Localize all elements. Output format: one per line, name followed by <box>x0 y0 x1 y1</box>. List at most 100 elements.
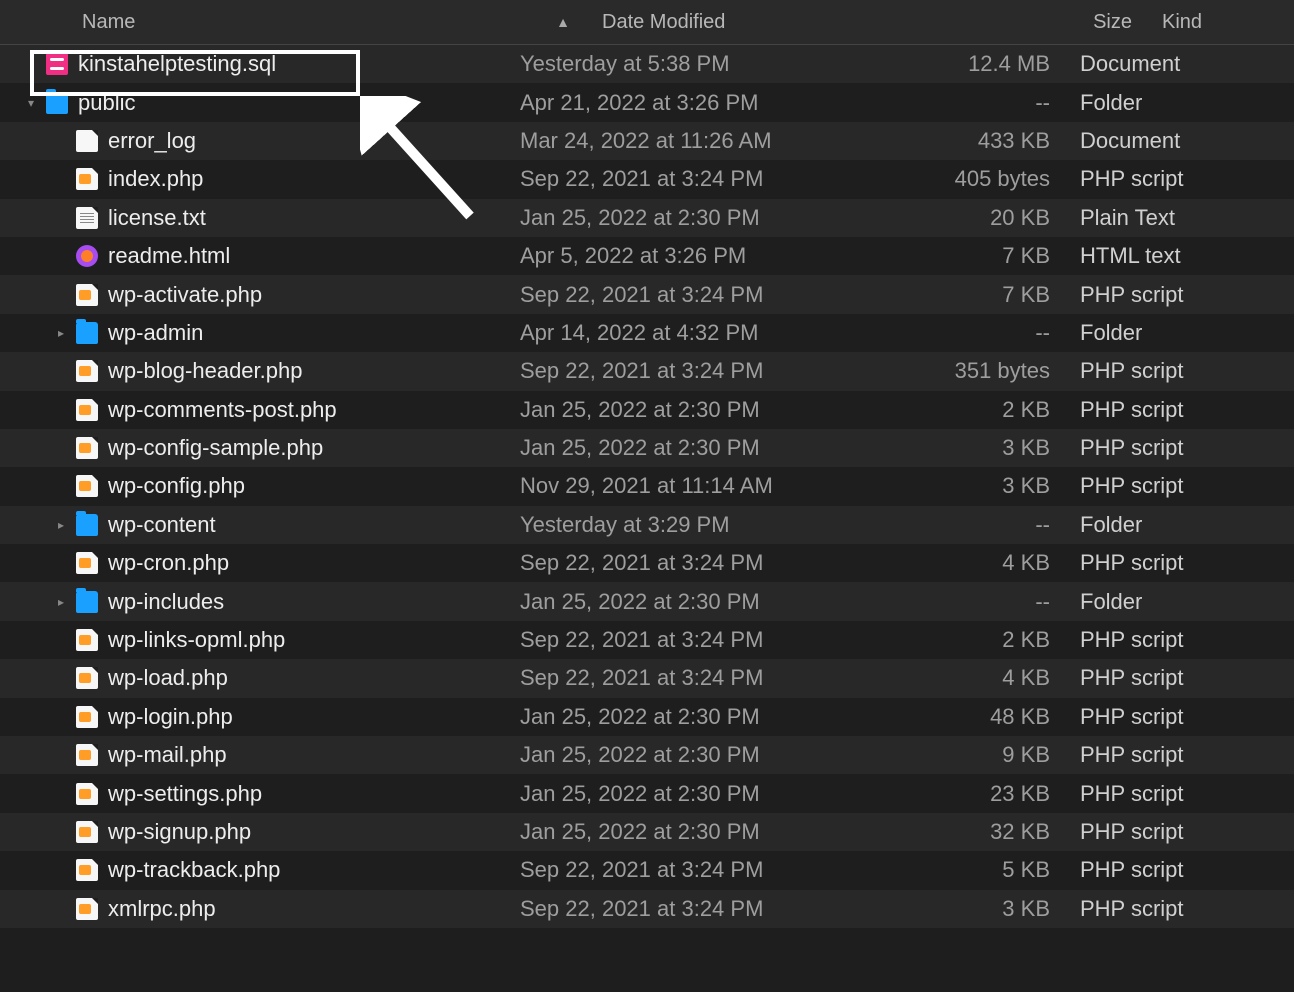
disclosure-triangle-icon[interactable]: ▸ <box>54 518 68 532</box>
header-date-label: Date Modified <box>602 11 725 33</box>
file-size-cell: 405 bytes <box>860 166 1058 192</box>
file-kind-cell: Folder <box>1058 320 1294 346</box>
file-name-cell[interactable]: ▸wp-includes <box>0 589 500 615</box>
file-date-cell: Jan 25, 2022 at 2:30 PM <box>500 205 860 231</box>
file-name-cell[interactable]: wp-login.php <box>0 704 500 730</box>
header-name[interactable]: Name ▲ <box>0 11 582 34</box>
php-file-icon <box>76 744 98 766</box>
file-kind-cell: PHP script <box>1058 857 1294 883</box>
file-row[interactable]: wp-links-opml.phpSep 22, 2021 at 3:24 PM… <box>0 621 1294 659</box>
file-date-cell: Nov 29, 2021 at 11:14 AM <box>500 473 860 499</box>
file-name-cell[interactable]: wp-links-opml.php <box>0 627 500 653</box>
file-name-cell[interactable]: wp-load.php <box>0 665 500 691</box>
file-date-cell: Sep 22, 2021 at 3:24 PM <box>500 896 860 922</box>
file-date-cell: Sep 22, 2021 at 3:24 PM <box>500 166 860 192</box>
file-row[interactable]: wp-cron.phpSep 22, 2021 at 3:24 PM4 KBPH… <box>0 544 1294 582</box>
file-list[interactable]: kinstahelptesting.sqlYesterday at 5:38 P… <box>0 45 1294 928</box>
file-name-cell[interactable]: xmlrpc.php <box>0 896 500 922</box>
file-name-label: kinstahelptesting.sql <box>78 51 276 77</box>
file-date-cell: Jan 25, 2022 at 2:30 PM <box>500 397 860 423</box>
file-name-label: license.txt <box>108 205 206 231</box>
file-row[interactable]: error_logMar 24, 2022 at 11:26 AM433 KBD… <box>0 122 1294 160</box>
file-name-cell[interactable]: ▸wp-admin <box>0 320 500 346</box>
header-size[interactable]: Size <box>942 11 1140 34</box>
file-row[interactable]: wp-signup.phpJan 25, 2022 at 2:30 PM32 K… <box>0 813 1294 851</box>
php-file-icon <box>76 667 98 689</box>
file-row[interactable]: wp-trackback.phpSep 22, 2021 at 3:24 PM5… <box>0 851 1294 889</box>
file-row[interactable]: license.txtJan 25, 2022 at 2:30 PM20 KBP… <box>0 199 1294 237</box>
file-row[interactable]: wp-config.phpNov 29, 2021 at 11:14 AM3 K… <box>0 467 1294 505</box>
file-name-cell[interactable]: wp-trackback.php <box>0 857 500 883</box>
file-kind-cell: PHP script <box>1058 742 1294 768</box>
file-name-label: wp-config-sample.php <box>108 435 323 461</box>
file-date-cell: Sep 22, 2021 at 3:24 PM <box>500 857 860 883</box>
file-row[interactable]: wp-activate.phpSep 22, 2021 at 3:24 PM7 … <box>0 275 1294 313</box>
php-file-icon <box>76 475 98 497</box>
text-file-icon <box>76 207 98 229</box>
file-name-cell[interactable]: kinstahelptesting.sql <box>0 51 500 77</box>
file-name-cell[interactable]: index.php <box>0 166 500 192</box>
file-row[interactable]: readme.htmlApr 5, 2022 at 3:26 PM7 KBHTM… <box>0 237 1294 275</box>
file-name-cell[interactable]: wp-config-sample.php <box>0 435 500 461</box>
file-name-label: wp-config.php <box>108 473 245 499</box>
file-name-cell[interactable]: wp-comments-post.php <box>0 397 500 423</box>
file-name-cell[interactable]: wp-config.php <box>0 473 500 499</box>
file-date-cell: Mar 24, 2022 at 11:26 AM <box>500 128 860 154</box>
file-row[interactable]: wp-config-sample.phpJan 25, 2022 at 2:30… <box>0 429 1294 467</box>
file-row[interactable]: wp-login.phpJan 25, 2022 at 2:30 PM48 KB… <box>0 698 1294 736</box>
file-row[interactable]: kinstahelptesting.sqlYesterday at 5:38 P… <box>0 45 1294 83</box>
file-name-label: error_log <box>108 128 196 154</box>
php-file-icon <box>76 898 98 920</box>
file-row[interactable]: ▾publicApr 21, 2022 at 3:26 PM--Folder <box>0 83 1294 121</box>
header-kind[interactable]: Kind <box>1140 11 1294 34</box>
file-size-cell: -- <box>860 320 1058 346</box>
file-date-cell: Apr 14, 2022 at 4:32 PM <box>500 320 860 346</box>
file-row[interactable]: wp-load.phpSep 22, 2021 at 3:24 PM4 KBPH… <box>0 659 1294 697</box>
file-name-cell[interactable]: ▸wp-content <box>0 512 500 538</box>
file-row[interactable]: wp-settings.phpJan 25, 2022 at 2:30 PM23… <box>0 774 1294 812</box>
file-kind-cell: PHP script <box>1058 397 1294 423</box>
file-row[interactable]: ▸wp-includesJan 25, 2022 at 2:30 PM--Fol… <box>0 582 1294 620</box>
file-row[interactable]: ▸wp-adminApr 14, 2022 at 4:32 PM--Folder <box>0 314 1294 352</box>
file-name-cell[interactable]: error_log <box>0 128 500 154</box>
sql-file-icon <box>46 53 68 75</box>
file-kind-cell: PHP script <box>1058 665 1294 691</box>
file-name-label: wp-comments-post.php <box>108 397 337 423</box>
file-name-cell[interactable]: wp-mail.php <box>0 742 500 768</box>
file-size-cell: 12.4 MB <box>860 51 1058 77</box>
file-date-cell: Sep 22, 2021 at 3:24 PM <box>500 550 860 576</box>
header-date[interactable]: Date Modified <box>582 11 942 34</box>
disclosure-triangle-icon[interactable]: ▸ <box>54 595 68 609</box>
disclosure-triangle-icon[interactable]: ▸ <box>54 326 68 340</box>
file-kind-cell: PHP script <box>1058 896 1294 922</box>
disclosure-triangle-icon[interactable]: ▾ <box>24 96 38 110</box>
file-row[interactable]: ▸wp-contentYesterday at 3:29 PM--Folder <box>0 506 1294 544</box>
file-name-cell[interactable]: ▾public <box>0 90 500 116</box>
file-name-label: wp-login.php <box>108 704 233 730</box>
file-name-cell[interactable]: wp-cron.php <box>0 550 500 576</box>
file-size-cell: 20 KB <box>860 205 1058 231</box>
php-file-icon <box>76 437 98 459</box>
file-row[interactable]: wp-comments-post.php Jan 25, 2022 at 2:30… <box>0 391 1294 429</box>
file-kind-cell: PHP script <box>1058 166 1294 192</box>
file-kind-cell: PHP script <box>1058 473 1294 499</box>
file-name-cell[interactable]: wp-settings.php <box>0 781 500 807</box>
file-kind-cell: PHP script <box>1058 358 1294 384</box>
file-row[interactable]: index.phpSep 22, 2021 at 3:24 PM405 byte… <box>0 160 1294 198</box>
file-size-cell: -- <box>860 512 1058 538</box>
file-name-cell[interactable]: wp-blog-header.php <box>0 358 500 384</box>
php-file-icon <box>76 168 98 190</box>
file-size-cell: 351 bytes <box>860 358 1058 384</box>
file-row[interactable]: wp-blog-header.phpSep 22, 2021 at 3:24 P… <box>0 352 1294 390</box>
file-row[interactable]: wp-mail.phpJan 25, 2022 at 2:30 PM9 KBPH… <box>0 736 1294 774</box>
file-row[interactable]: xmlrpc.phpSep 22, 2021 at 3:24 PM3 KBPHP… <box>0 890 1294 928</box>
file-size-cell: 3 KB <box>860 435 1058 461</box>
file-name-cell[interactable]: license.txt <box>0 205 500 231</box>
file-name-cell[interactable]: wp-activate.php <box>0 282 500 308</box>
file-name-cell[interactable]: wp-signup.php <box>0 819 500 845</box>
file-name-cell[interactable]: readme.html <box>0 243 500 269</box>
file-date-cell: Jan 25, 2022 at 2:30 PM <box>500 742 860 768</box>
file-date-cell: Sep 22, 2021 at 3:24 PM <box>500 282 860 308</box>
php-file-icon <box>76 552 98 574</box>
php-file-icon <box>76 783 98 805</box>
